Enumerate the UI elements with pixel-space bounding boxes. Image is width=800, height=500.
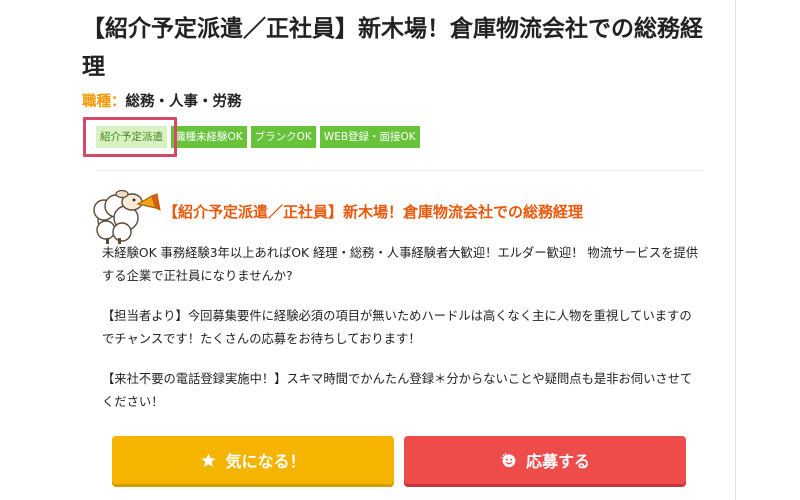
apply-button-label: 応募する <box>525 452 590 471</box>
apply-button[interactable]: 応募する <box>404 436 686 484</box>
detail-heading: 【紹介予定派遣／正社員】新木場！倉庫物流会社での総務経理 <box>163 203 584 221</box>
phone-registration-paragraph: 【来社不要の電話登録実施中！】スキマ時間でかんたん登録＊分からないことや疑問点も… <box>102 372 693 409</box>
section-divider <box>96 170 704 171</box>
category-label: 職種： <box>82 94 126 110</box>
tag-mikeiken-ok: 職種未経験OK <box>171 126 247 148</box>
tag-blank-ok: ブランクOK <box>250 126 316 148</box>
job-title: 【紹介予定派遣／正社員】新木場！倉庫物流会社での総務経理 <box>82 16 703 80</box>
job-category: 職種：総務・人事・労務 <box>82 90 242 111</box>
favorite-button[interactable]: 気になる！ <box>112 436 394 484</box>
star-icon <box>200 452 217 469</box>
favorite-button-label: 気になる！ <box>225 452 306 471</box>
recruiter-comment-paragraph: 【担当者より】今回募集要件に経験必須の項目が無いためハードルは高くなく主に人物を… <box>102 309 692 346</box>
tag-web-interview-ok: WEB登録・面接OK <box>319 126 420 148</box>
smile-icon <box>500 451 518 469</box>
category-value: 総務・人事・労務 <box>125 94 242 110</box>
sheep-mascot-icon <box>93 189 161 244</box>
highlight-annotation <box>83 117 177 157</box>
description-paragraph: 未経験OK 事務経験3年以上あればOK 経理・総務・人事経験者大歓迎！エルダー歓… <box>102 246 699 283</box>
right-border <box>735 0 736 500</box>
